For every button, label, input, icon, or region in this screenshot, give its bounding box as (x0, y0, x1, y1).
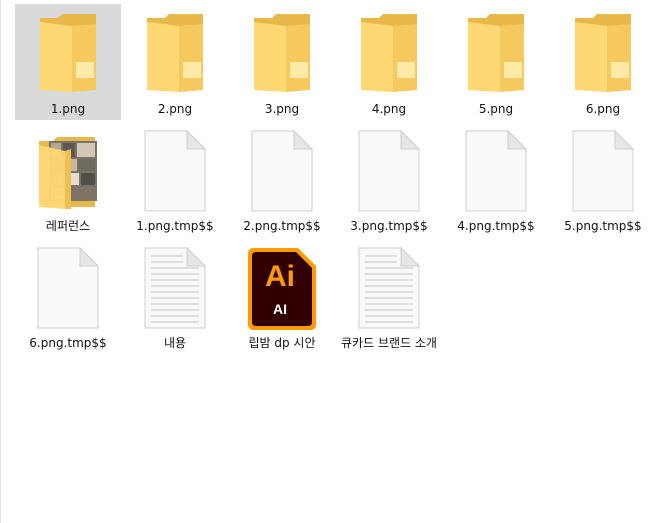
ai-logo-text: Ai (265, 260, 295, 293)
blank-file-icon (15, 246, 121, 332)
file-item[interactable]: 2.png.tmp$$ (229, 121, 335, 237)
item-label: 립밤 dp 시안 (248, 336, 316, 350)
item-label: 2.png (157, 102, 193, 116)
illustrator-file-icon: Ai AI (229, 246, 335, 332)
folder-icon (122, 12, 228, 98)
file-item[interactable]: 6.png.tmp$$ (15, 238, 121, 354)
item-label: 내용 (163, 336, 187, 350)
folder-item[interactable]: 1.png (15, 4, 121, 120)
folder-icon (15, 12, 121, 98)
folder-icon (229, 12, 335, 98)
blank-file-icon (229, 129, 335, 215)
item-label: 1.png (50, 102, 86, 116)
file-item[interactable]: 내용 (122, 238, 228, 354)
ai-logo-subtext: AI (273, 301, 287, 317)
file-item[interactable]: Ai AI 립밤 dp 시안 (229, 238, 335, 354)
item-label: 5.png (478, 102, 514, 116)
file-item[interactable]: 4.png.tmp$$ (443, 121, 549, 237)
folder-item[interactable]: 5.png (443, 4, 549, 120)
folder-item[interactable]: 4.png (336, 4, 442, 120)
item-label: 4.png.tmp$$ (457, 219, 535, 233)
folder-item[interactable]: 레퍼런스 (15, 121, 121, 237)
folder-item[interactable]: 3.png (229, 4, 335, 120)
item-label: 6.png.tmp$$ (29, 336, 107, 350)
image-folder-icon (15, 129, 121, 215)
item-label: 3.png.tmp$$ (350, 219, 428, 233)
item-label: 4.png (371, 102, 407, 116)
folder-item[interactable]: 2.png (122, 4, 228, 120)
file-item[interactable]: 큐카드 브랜드 소개 (336, 238, 442, 354)
file-item[interactable]: 1.png.tmp$$ (122, 121, 228, 237)
item-label: 3.png (264, 102, 300, 116)
folder-icon (443, 12, 549, 98)
text-file-icon (122, 246, 228, 332)
window-edge (0, 0, 1, 523)
folder-icon (336, 12, 442, 98)
folder-icon (550, 12, 656, 98)
folder-item[interactable]: 6.png (550, 4, 656, 120)
file-item[interactable]: 3.png.tmp$$ (336, 121, 442, 237)
item-label: 5.png.tmp$$ (564, 219, 642, 233)
text-file-icon (336, 246, 442, 332)
blank-file-icon (336, 129, 442, 215)
item-label: 레퍼런스 (45, 219, 91, 233)
item-label: 1.png.tmp$$ (136, 219, 214, 233)
blank-file-icon (550, 129, 656, 215)
item-label: 큐카드 브랜드 소개 (341, 336, 437, 350)
blank-file-icon (122, 129, 228, 215)
file-item[interactable]: 5.png.tmp$$ (550, 121, 656, 237)
blank-file-icon (443, 129, 549, 215)
item-label: 2.png.tmp$$ (243, 219, 321, 233)
item-label: 6.png (585, 102, 621, 116)
